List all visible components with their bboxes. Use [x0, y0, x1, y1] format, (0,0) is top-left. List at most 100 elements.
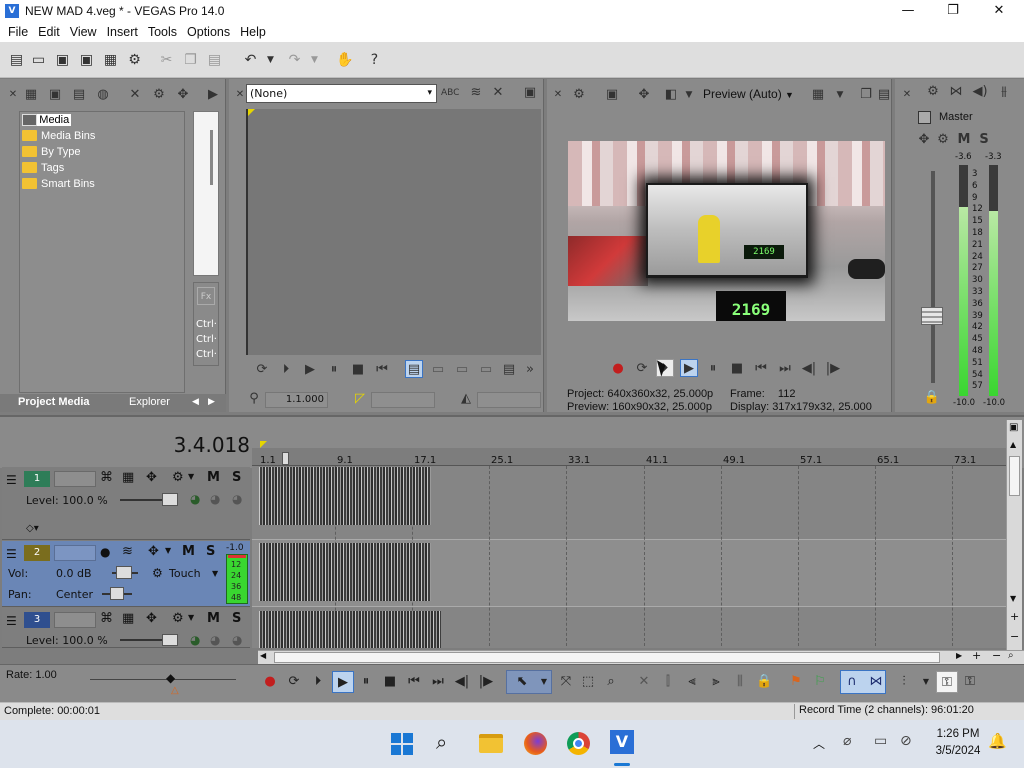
master-gear-icon[interactable]: ⚙	[924, 83, 942, 101]
master-close-icon[interactable]: ✕	[898, 86, 916, 104]
cut-icon[interactable]: ✂	[158, 52, 175, 69]
delete-icon[interactable]: ✕	[636, 674, 652, 690]
track-name-field[interactable]	[54, 545, 96, 561]
search-icon[interactable]: ⌕	[436, 730, 447, 754]
track-motion-icon[interactable]: ⌘	[100, 611, 113, 626]
auto-crossfades-icon[interactable]: ⋈	[868, 674, 884, 690]
trimmer-add-to-timeline-icon[interactable]: ▤	[405, 360, 423, 378]
chrome-icon[interactable]	[567, 732, 590, 755]
zoom-tool-icon[interactable]: ⌕	[1008, 650, 1014, 661]
trim-end-icon[interactable]: ⫸	[708, 674, 724, 690]
maximize-button[interactable]: ❐	[930, 0, 976, 22]
get-media-icon[interactable]: ▤	[70, 86, 88, 104]
strip-scrollbar[interactable]	[210, 130, 213, 185]
track-mask-icon[interactable]: ◕	[210, 633, 220, 647]
network-icon[interactable]: ⌀	[843, 733, 851, 749]
track-header-2[interactable]: ☰ 2 ● ≋ ✥ ▼ M S Vol: 0.0 dB ⚙ Touch ▼ Pa…	[2, 541, 250, 607]
timeline-vertical-scrollbar[interactable]: ▣ ▲ ▼ + −	[1006, 420, 1022, 662]
trimmer-out-marker-icon[interactable]: ◭	[457, 390, 475, 408]
vegas-taskbar-icon[interactable]: V	[610, 730, 634, 754]
save-as-icon[interactable]: ▣	[78, 52, 95, 69]
track-mute-button[interactable]: M	[207, 611, 220, 626]
render-as-icon[interactable]: ▦	[102, 52, 119, 69]
track-envelope-icon[interactable]: ≋	[122, 544, 133, 559]
zoom-in-horizontal-icon[interactable]: +	[972, 649, 981, 662]
file-explorer-icon[interactable]	[479, 734, 503, 753]
track-collapse-icon[interactable]: ☰	[6, 547, 17, 561]
trimmer-play-icon[interactable]: ▶	[301, 361, 319, 379]
ripple-edit-icon[interactable]: ⫶	[896, 674, 912, 690]
trimmer-in-marker-icon[interactable]: ◸	[351, 390, 369, 408]
fx-dropdown-icon[interactable]: ▼	[680, 86, 698, 104]
master-move-icon[interactable]: ✥	[915, 131, 933, 149]
redo-dropdown-icon[interactable]: ▼	[306, 52, 323, 69]
insert-marker-icon[interactable]: ⚑	[788, 674, 804, 690]
open-icon[interactable]: ▭	[30, 52, 47, 69]
trimmer-play-from-start-icon[interactable]: ⏵	[277, 361, 295, 379]
trim-icon[interactable]: ⫿	[660, 674, 676, 690]
pan-slider-handle[interactable]	[110, 587, 124, 600]
automation-mode[interactable]: Touch	[169, 567, 201, 580]
scroll-marker-icon[interactable]: ▣	[1009, 422, 1018, 433]
video-fx-icon[interactable]: ◧	[662, 86, 680, 104]
zoom-out-vertical-icon[interactable]: −	[1010, 630, 1019, 643]
preview-properties-gear-icon[interactable]: ⚙	[570, 86, 588, 104]
video-clip-track-1[interactable]	[259, 467, 431, 525]
copy-snapshot-icon[interactable]: ❐	[857, 86, 875, 104]
menu-view[interactable]: View	[65, 25, 102, 39]
edit-tool-dropdown-icon[interactable]: ▼	[536, 674, 552, 690]
master-fx-gear-icon[interactable]: ⚙	[934, 131, 952, 149]
track-solo-button[interactable]: S	[206, 544, 215, 559]
preview-record-icon[interactable]: ●	[609, 360, 627, 378]
taskbar-time[interactable]: 1:26 PM	[928, 728, 988, 740]
master-fader-handle[interactable]	[921, 307, 943, 325]
horizontal-scroll-thumb[interactable]	[274, 652, 940, 663]
playhead-handle[interactable]	[282, 452, 289, 465]
preview-quality-dropdown[interactable]: Preview (Auto) ▼	[703, 87, 794, 101]
capture-icon[interactable]: ▣	[46, 86, 64, 104]
play-icon[interactable]: ▶	[332, 671, 354, 693]
pause-icon[interactable]: ⏸	[358, 674, 374, 690]
track-mask-icon[interactable]: ◕	[210, 492, 220, 506]
trimmer-options-icon[interactable]: ▤	[500, 361, 518, 379]
rate-slider-handle[interactable]: ◆	[166, 671, 175, 685]
zoom-in-vertical-icon[interactable]: +	[1010, 610, 1019, 623]
master-downmix-icon[interactable]: ⋈	[947, 83, 965, 101]
trimmer-pin-icon[interactable]: ⚲	[245, 390, 263, 408]
trimmer-in-field[interactable]	[371, 392, 435, 408]
vol-slider-handle[interactable]	[116, 566, 132, 579]
tree-item-smart-bins[interactable]: Smart Bins	[22, 176, 95, 191]
track-fx-gear-icon[interactable]: ⚙	[172, 470, 184, 485]
ignore-grouping-icon[interactable]: ⚿	[962, 674, 978, 690]
trimmer-media-dropdown[interactable]: (None) ▾	[246, 84, 437, 103]
preview-device-icon[interactable]: ▣	[603, 86, 621, 104]
track-collapse-icon[interactable]: ☰	[6, 614, 17, 628]
master-solo-button[interactable]: S	[975, 131, 993, 149]
insert-region-icon[interactable]: ⚐	[812, 674, 828, 690]
trimmer-edit-icon[interactable]: ≋	[467, 84, 485, 102]
overlays-dropdown-icon[interactable]: ▼	[831, 86, 849, 104]
show-hidden-icons-chevron-icon[interactable]: ︿	[813, 735, 825, 752]
play-from-start-icon[interactable]: ⏵	[310, 674, 326, 690]
undo-icon[interactable]: ↶	[242, 52, 259, 69]
ripple-dropdown-icon[interactable]: ▼	[918, 674, 934, 690]
split-screen-icon[interactable]: ✥	[635, 86, 653, 104]
track-mute-button[interactable]: M	[207, 470, 220, 485]
trimmer-loop-icon[interactable]: ⟳	[253, 361, 271, 379]
tab-project-media[interactable]: Project Media	[18, 396, 90, 408]
level-slider-handle[interactable]	[162, 493, 178, 506]
preview-go-end-icon[interactable]: ⏭	[776, 360, 794, 378]
track-fx-dropdown-icon[interactable]: ▼	[165, 546, 171, 555]
trimmer-overwrite-icon[interactable]: ▭	[453, 361, 471, 379]
panel-close-icon[interactable]: ✕	[4, 86, 22, 104]
close-button[interactable]: ✕	[976, 0, 1022, 22]
help-question-icon[interactable]: ?	[366, 52, 383, 69]
tree-item-media-bins[interactable]: Media Bins	[22, 128, 95, 143]
track-name-field[interactable]	[54, 612, 96, 628]
master-fader-icon[interactable]: ⫵	[995, 83, 1013, 101]
display-icon[interactable]: ▭	[874, 733, 887, 749]
normal-edit-tool-icon[interactable]: ⬉	[514, 674, 530, 690]
globe-icon[interactable]: ◍	[94, 86, 112, 104]
preview-loop-icon[interactable]: ⟳	[633, 360, 651, 378]
track-name-field[interactable]	[54, 471, 96, 487]
